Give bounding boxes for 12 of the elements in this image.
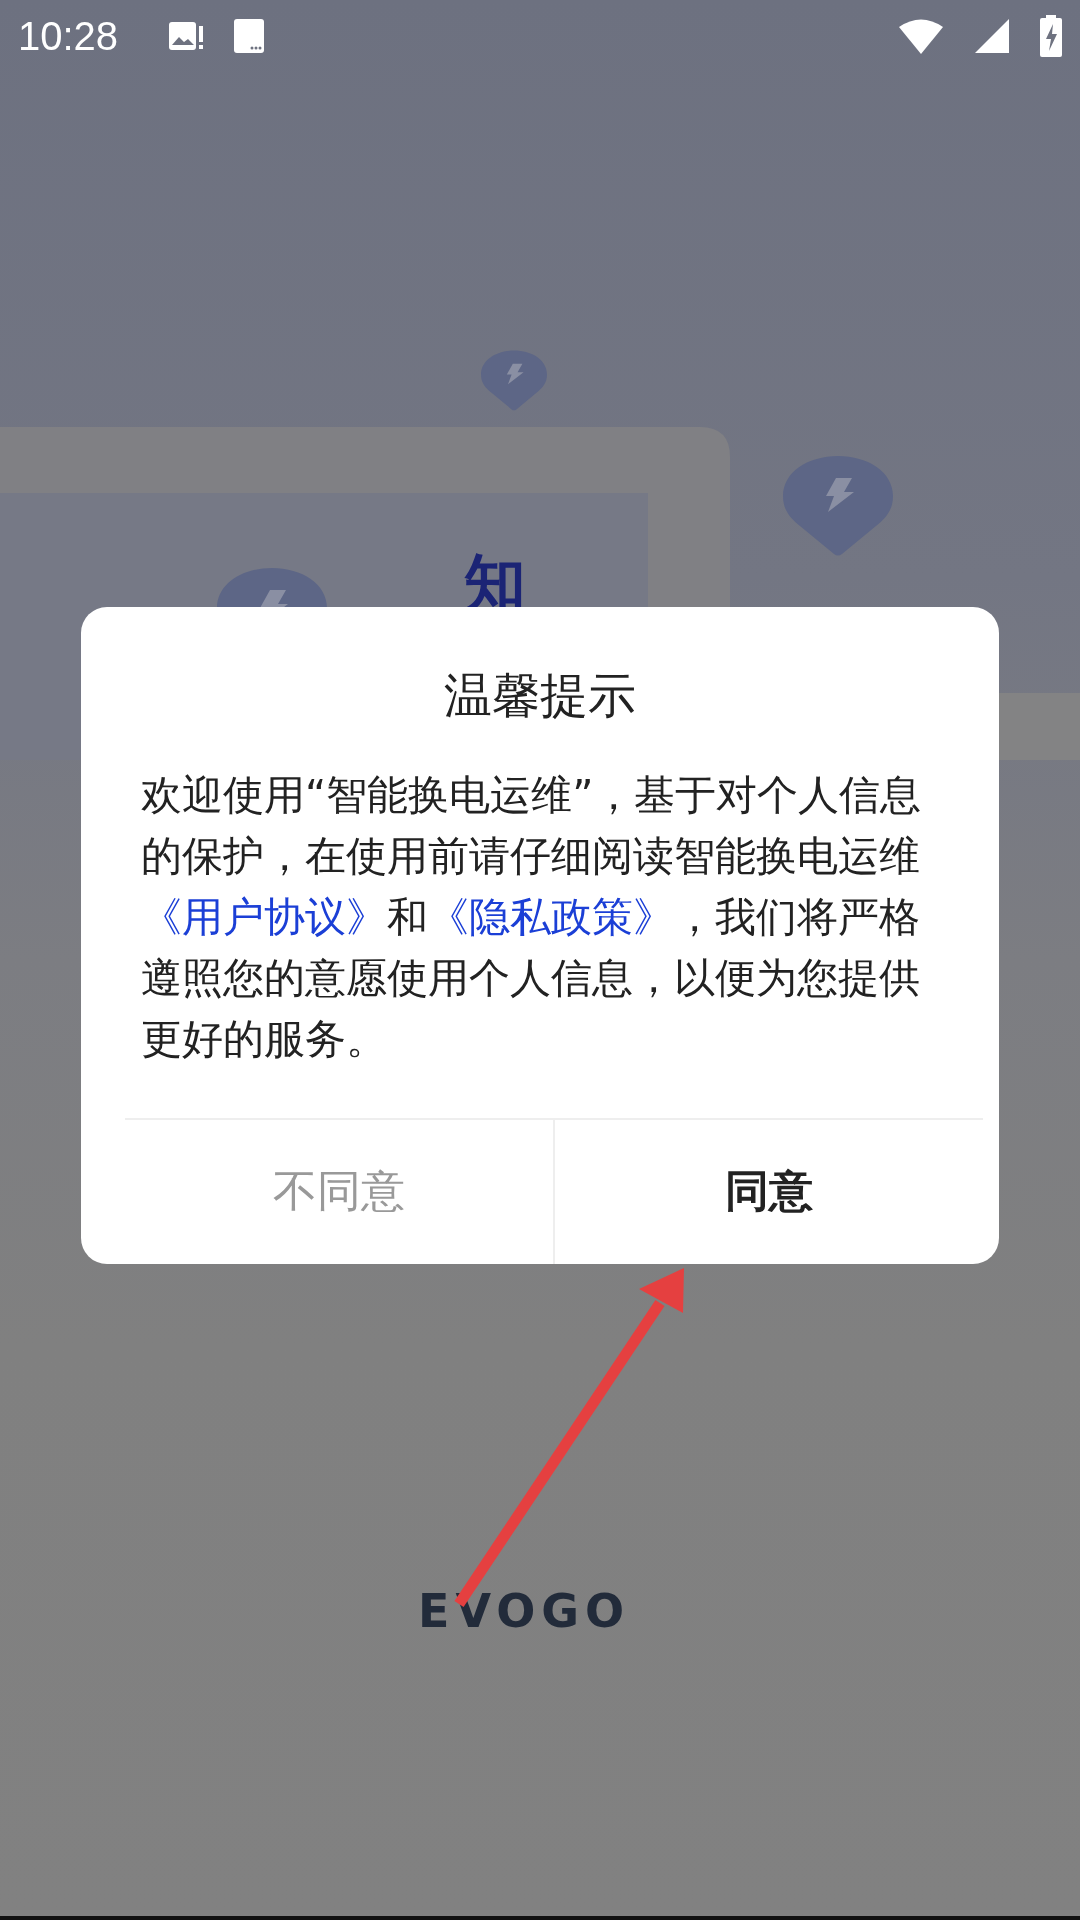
lightning-pin-icon <box>783 456 893 556</box>
lightning-pin-icon <box>481 350 547 411</box>
consent-message: 欢迎使用“智能换电运维”，基于对个人信息的保护，在使用前请仔细阅读智能换电运维 《用户协议》和《隐私政策》，我们将严格遵照您的意愿使用个人信息，以便为您提供更好的服务。 <box>141 769 923 1065</box>
dialog-title: 温馨提示 <box>443 667 637 725</box>
accept-button[interactable]: 同意 <box>553 1119 983 1264</box>
brand-logo: EVOGO <box>418 1584 631 1638</box>
battery-charging-icon <box>1040 15 1062 57</box>
signal-icon <box>974 18 1010 54</box>
wifi-icon <box>898 18 944 54</box>
policy-link[interactable]: 《用户协议》 <box>141 892 387 941</box>
policy-link[interactable]: 《隐私政策》 <box>428 892 674 941</box>
status-time: 10:28 <box>18 13 119 59</box>
